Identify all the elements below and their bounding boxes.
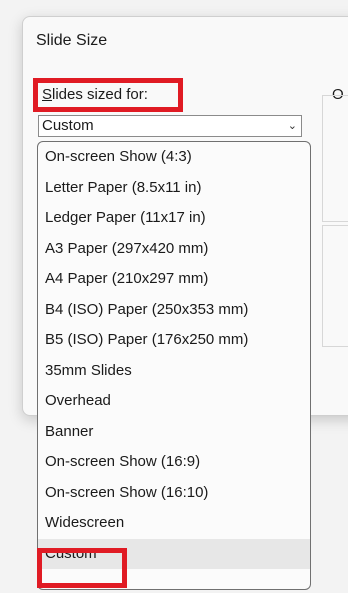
selected-value: Custom [42,117,94,134]
dialog-title: Slide Size [36,32,108,49]
dropdown-option[interactable]: Letter Paper (8.5x11 in) [38,173,310,204]
slides-sized-for-label: Slides sized for: [33,78,183,112]
dropdown-option[interactable]: B5 (ISO) Paper (176x250 mm) [38,325,310,356]
orientation-group-box [322,95,348,222]
dropdown-option[interactable]: A4 Paper (210x297 mm) [38,264,310,295]
dropdown-option[interactable]: On-screen Show (4:3) [38,142,310,173]
orientation-group-box-2 [322,225,348,347]
slides-sized-for-select[interactable]: Custom ⌄ [38,115,302,137]
dropdown-option[interactable]: On-screen Show (16:10) [38,478,310,509]
dropdown-option[interactable]: 35mm Slides [38,356,310,387]
dropdown-option[interactable]: Widescreen [38,508,310,539]
dropdown-option[interactable]: B4 (ISO) Paper (250x353 mm) [38,295,310,326]
dropdown-option[interactable]: A3 Paper (297x420 mm) [38,234,310,265]
slide-size-dropdown-list[interactable]: On-screen Show (4:3) Letter Paper (8.5x11… [37,141,311,590]
dropdown-option[interactable]: Custom [38,538,310,569]
chevron-down-icon[interactable]: ⌄ [288,116,297,136]
slides-sized-for-text: Slides sized for: [42,86,148,103]
dropdown-option[interactable]: Banner [38,417,310,448]
dropdown-option[interactable]: On-screen Show (16:9) [38,447,310,478]
dropdown-option[interactable]: Overhead [38,386,310,417]
dropdown-option[interactable]: Ledger Paper (11x17 in) [38,203,310,234]
